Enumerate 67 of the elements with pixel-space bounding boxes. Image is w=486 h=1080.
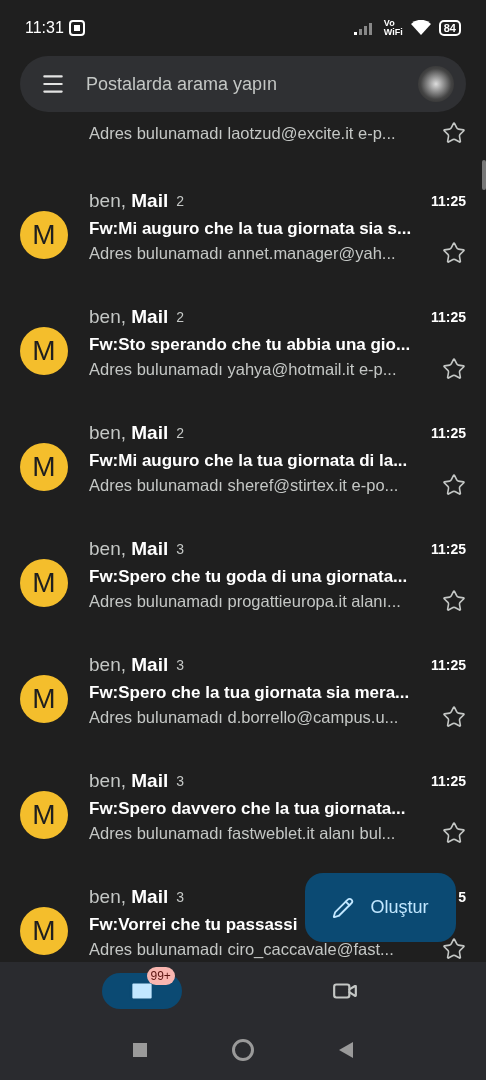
unread-badge: 99+ [146,967,175,985]
star-icon[interactable] [442,705,466,729]
email-snippet: Adres bulunamadı yahya@hotmail.it e-p... [89,358,397,380]
mail-tab[interactable] [101,973,182,1009]
sender-name: ben, Mail [89,188,169,213]
thread-count: 2 [176,423,184,443]
star-icon[interactable] [442,589,466,613]
notification-icon [67,19,86,37]
email-subject: Fw:Mi auguro che la tua giornata di la... [89,450,408,473]
email-time: 5 [458,887,466,907]
sender-name: ben, Mail [89,884,169,909]
star-icon[interactable] [442,821,466,845]
thread-count: 3 [176,539,184,559]
email-subject: Fw:Sto sperando che tu abbia una gio... [89,334,411,357]
email-snippet: Adres bulunamadı d.borrello@campus.u... [89,706,399,728]
email-time: 11:25 [430,191,466,211]
email-subject: Fw:Spero davvero che la tua giornata... [89,798,406,821]
sender-name: ben, Mail [89,420,169,445]
star-icon[interactable] [442,357,466,381]
email-time: 11:25 [430,423,466,443]
sender-name: ben, Mail [89,536,169,561]
star-icon[interactable] [442,473,466,497]
recent-apps-button[interactable] [132,1043,147,1057]
email-snippet: Adres bulunamadı progattieuropa.it alanı... [89,590,401,612]
thread-count: 3 [176,771,184,791]
email-time: 11:25 [430,771,466,791]
star-icon[interactable] [442,937,466,961]
avatar: M [20,791,68,839]
pencil-icon [332,896,355,919]
compose-button[interactable]: Oluştur [305,873,456,942]
email-time: 11:25 [430,539,466,559]
avatar: M [20,675,68,723]
battery-indicator: 84 [438,20,461,36]
email-subject: Fw:Vorrei che tu passassi [89,914,298,937]
thread-count: 3 [176,655,184,675]
email-snippet: Adres bulunamadı laotzud@excite.it e-p... [89,122,396,144]
avatar: M [20,907,68,955]
avatar: M [20,211,68,259]
email-subject: Fw:Spero che la tua giornata sia mera... [89,682,410,705]
wifi-label: WiFi [383,28,403,37]
email-time: 11:25 [430,655,466,675]
star-icon[interactable] [442,241,466,265]
clock: 11:31 [25,18,64,38]
thread-count: 2 [176,191,184,211]
avatar: M [20,443,68,491]
account-avatar[interactable] [418,66,454,102]
sender-name: ben, Mail [89,304,169,329]
email-subject: Fw:Spero che tu goda di una giornata... [89,566,408,589]
thread-count: 2 [176,307,184,327]
volte-label: Vo [383,19,396,28]
email-time: 11:25 [430,307,466,327]
scrollbar [482,160,486,190]
wifi-icon [410,20,431,36]
sender-name: ben, Mail [89,768,169,793]
email-snippet: Adres bulunamadı annet.manager@yah... [89,242,396,264]
star-icon[interactable] [442,121,466,145]
avatar: M [20,559,68,607]
email-snippet: Adres bulunamadı sheref@stirtex.it e-po... [89,474,399,496]
back-button[interactable] [339,1042,354,1058]
email-snippet: Adres bulunamadı fastweblet.it alanı bul... [89,822,396,844]
email-subject: Fw:Mi auguro che la tua giornata sia s... [89,218,412,241]
search-bar[interactable]: Postalarda arama yapın [20,56,466,112]
sender-name: ben, Mail [89,652,169,677]
search-field[interactable]: Postalarda arama yapın [86,70,398,98]
home-button[interactable] [232,1039,254,1061]
thread-count: 3 [176,887,184,907]
avatar: M [20,327,68,375]
